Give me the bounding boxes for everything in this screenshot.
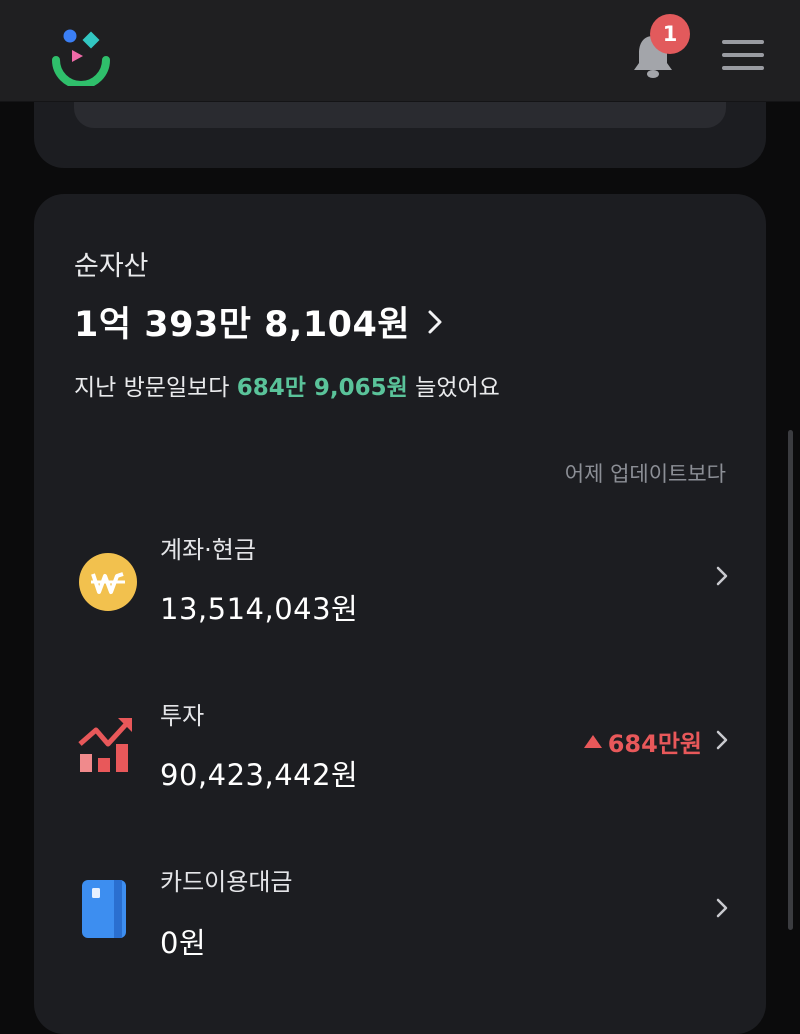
card-icon xyxy=(82,880,126,938)
chevron-right-icon xyxy=(716,898,728,918)
triangle-up-icon xyxy=(583,735,602,748)
update-note: 어제 업데이트보다 xyxy=(564,462,726,486)
notification-badge[interactable]: 1 xyxy=(650,14,690,54)
diff-suffix: 늘었어요 xyxy=(415,375,500,401)
account-value: 13,514,043원 xyxy=(160,592,359,626)
chevron-right-icon xyxy=(716,566,728,586)
account-label: 카드이용대금 xyxy=(160,868,293,896)
investment-change: 684만원 xyxy=(583,724,702,759)
diff-value: 684만 9,065원 xyxy=(236,375,408,401)
diff-prefix: 지난 방문일보다 xyxy=(74,375,230,401)
net-assets-card: 순자산 1억 393만 8,104원 지난 방문일보다 684만 9,065원 … xyxy=(34,194,766,1034)
chevron-right-icon xyxy=(428,310,442,333)
net-assets-total-value: 1억 393만 8,104원 xyxy=(74,305,411,345)
net-assets-diff: 지난 방문일보다 684만 9,065원 늘었어요 xyxy=(74,368,500,402)
net-assets-title: 순자산 xyxy=(74,251,149,282)
account-row-investment[interactable]: 투자 90,423,442원 684만원 xyxy=(34,678,766,798)
account-row-card[interactable]: 카드이용대금 0원 xyxy=(34,846,766,966)
app-header: 1 xyxy=(0,0,800,102)
scrollbar[interactable] xyxy=(788,430,793,930)
hamburger-menu-icon[interactable] xyxy=(722,40,764,72)
account-value: 0원 xyxy=(160,926,207,960)
account-row-cash[interactable]: 계좌·현금 13,514,043원 xyxy=(34,510,766,630)
investment-change-value: 684만원 xyxy=(607,730,702,758)
chevron-right-icon xyxy=(716,730,728,750)
won-coin-icon xyxy=(79,553,137,611)
account-label: 계좌·현금 xyxy=(160,536,256,564)
app-logo-icon[interactable] xyxy=(50,26,112,86)
net-assets-total[interactable]: 1억 393만 8,104원 xyxy=(74,296,444,347)
account-label: 투자 xyxy=(160,702,205,730)
account-value: 90,423,442원 xyxy=(160,758,359,792)
investment-chart-icon xyxy=(78,718,132,772)
